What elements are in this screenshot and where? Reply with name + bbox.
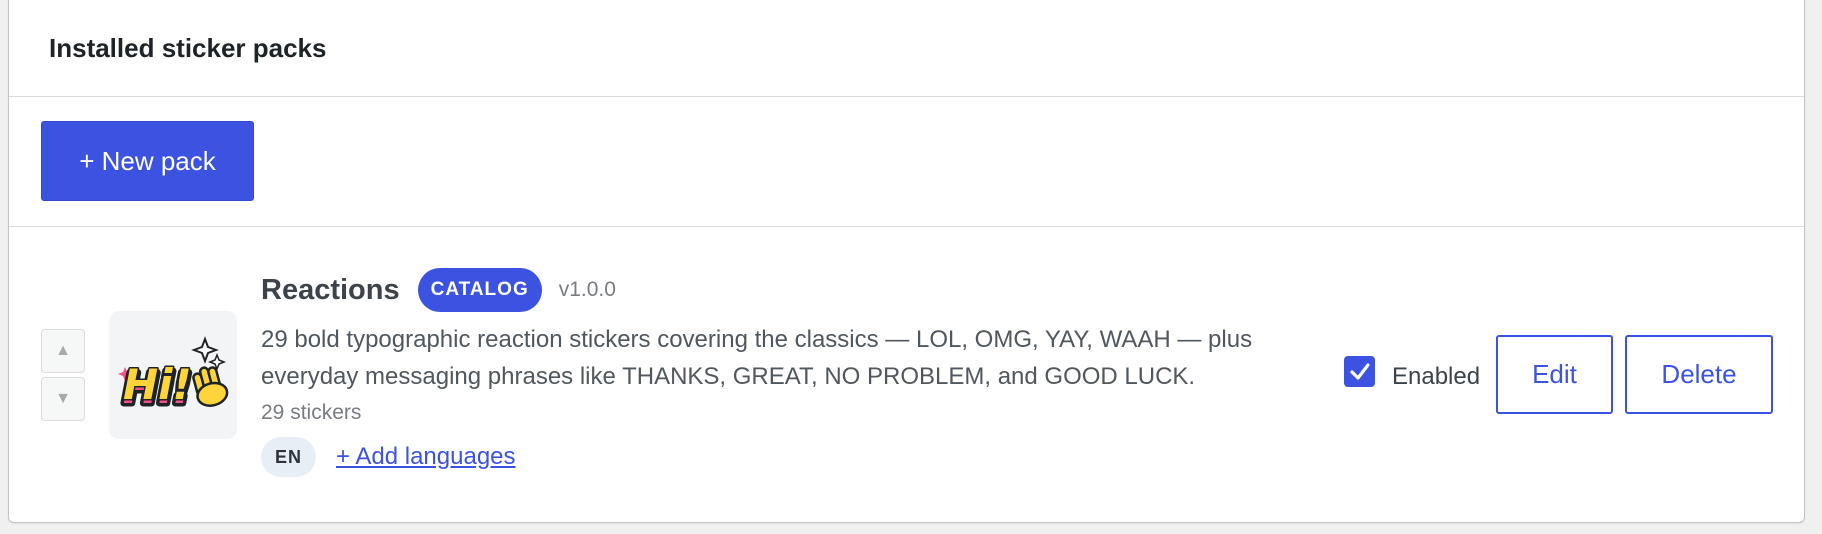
enabled-toggle[interactable]: Enabled xyxy=(1344,356,1480,390)
pack-thumbnail: Hi! Hi! xyxy=(109,311,237,439)
move-up-button[interactable]: ▲ xyxy=(41,329,85,373)
checkmark-icon xyxy=(1349,362,1370,380)
pack-name: Reactions xyxy=(261,273,400,306)
toolbar: + New pack xyxy=(9,97,1804,227)
order-controls: ▲ ▼ xyxy=(41,329,85,425)
pack-version: v1.0.0 xyxy=(558,278,616,301)
sticker-count: 29 stickers xyxy=(261,401,362,424)
language-chip: EN xyxy=(261,437,317,477)
catalog-badge: CATALOG xyxy=(417,268,542,312)
panel-title: Installed sticker packs xyxy=(49,32,327,63)
panel-header: Installed sticker packs xyxy=(9,0,1804,97)
pack-row: ▲ ▼ Hi! Hi! Reactions CATALOG v1.0.0 29 … xyxy=(9,227,1804,522)
pack-title-line: Reactions CATALOG v1.0.0 xyxy=(261,267,1321,313)
add-languages-link[interactable]: + Add languages xyxy=(336,443,516,471)
language-line: EN + Add languages xyxy=(261,437,1321,477)
triangle-up-icon: ▲ xyxy=(55,342,71,359)
pack-description: 29 bold typographic reaction stickers co… xyxy=(261,326,1253,390)
triangle-down-icon: ▼ xyxy=(55,390,71,407)
new-pack-button[interactable]: + New pack xyxy=(41,121,254,201)
enabled-label: Enabled xyxy=(1392,362,1481,390)
enabled-checkbox[interactable] xyxy=(1344,356,1375,387)
hi-wave-sticker-icon: Hi! Hi! xyxy=(118,336,229,415)
sticker-lettering-face: Hi! xyxy=(123,360,192,409)
delete-button[interactable]: Delete xyxy=(1625,335,1773,414)
move-down-button[interactable]: ▼ xyxy=(41,377,85,421)
sticker-packs-panel: Installed sticker packs + New pack ▲ ▼ H… xyxy=(8,0,1805,523)
edit-button[interactable]: Edit xyxy=(1496,335,1613,414)
pack-info: Reactions CATALOG v1.0.0 29 bold typogra… xyxy=(261,267,1321,477)
